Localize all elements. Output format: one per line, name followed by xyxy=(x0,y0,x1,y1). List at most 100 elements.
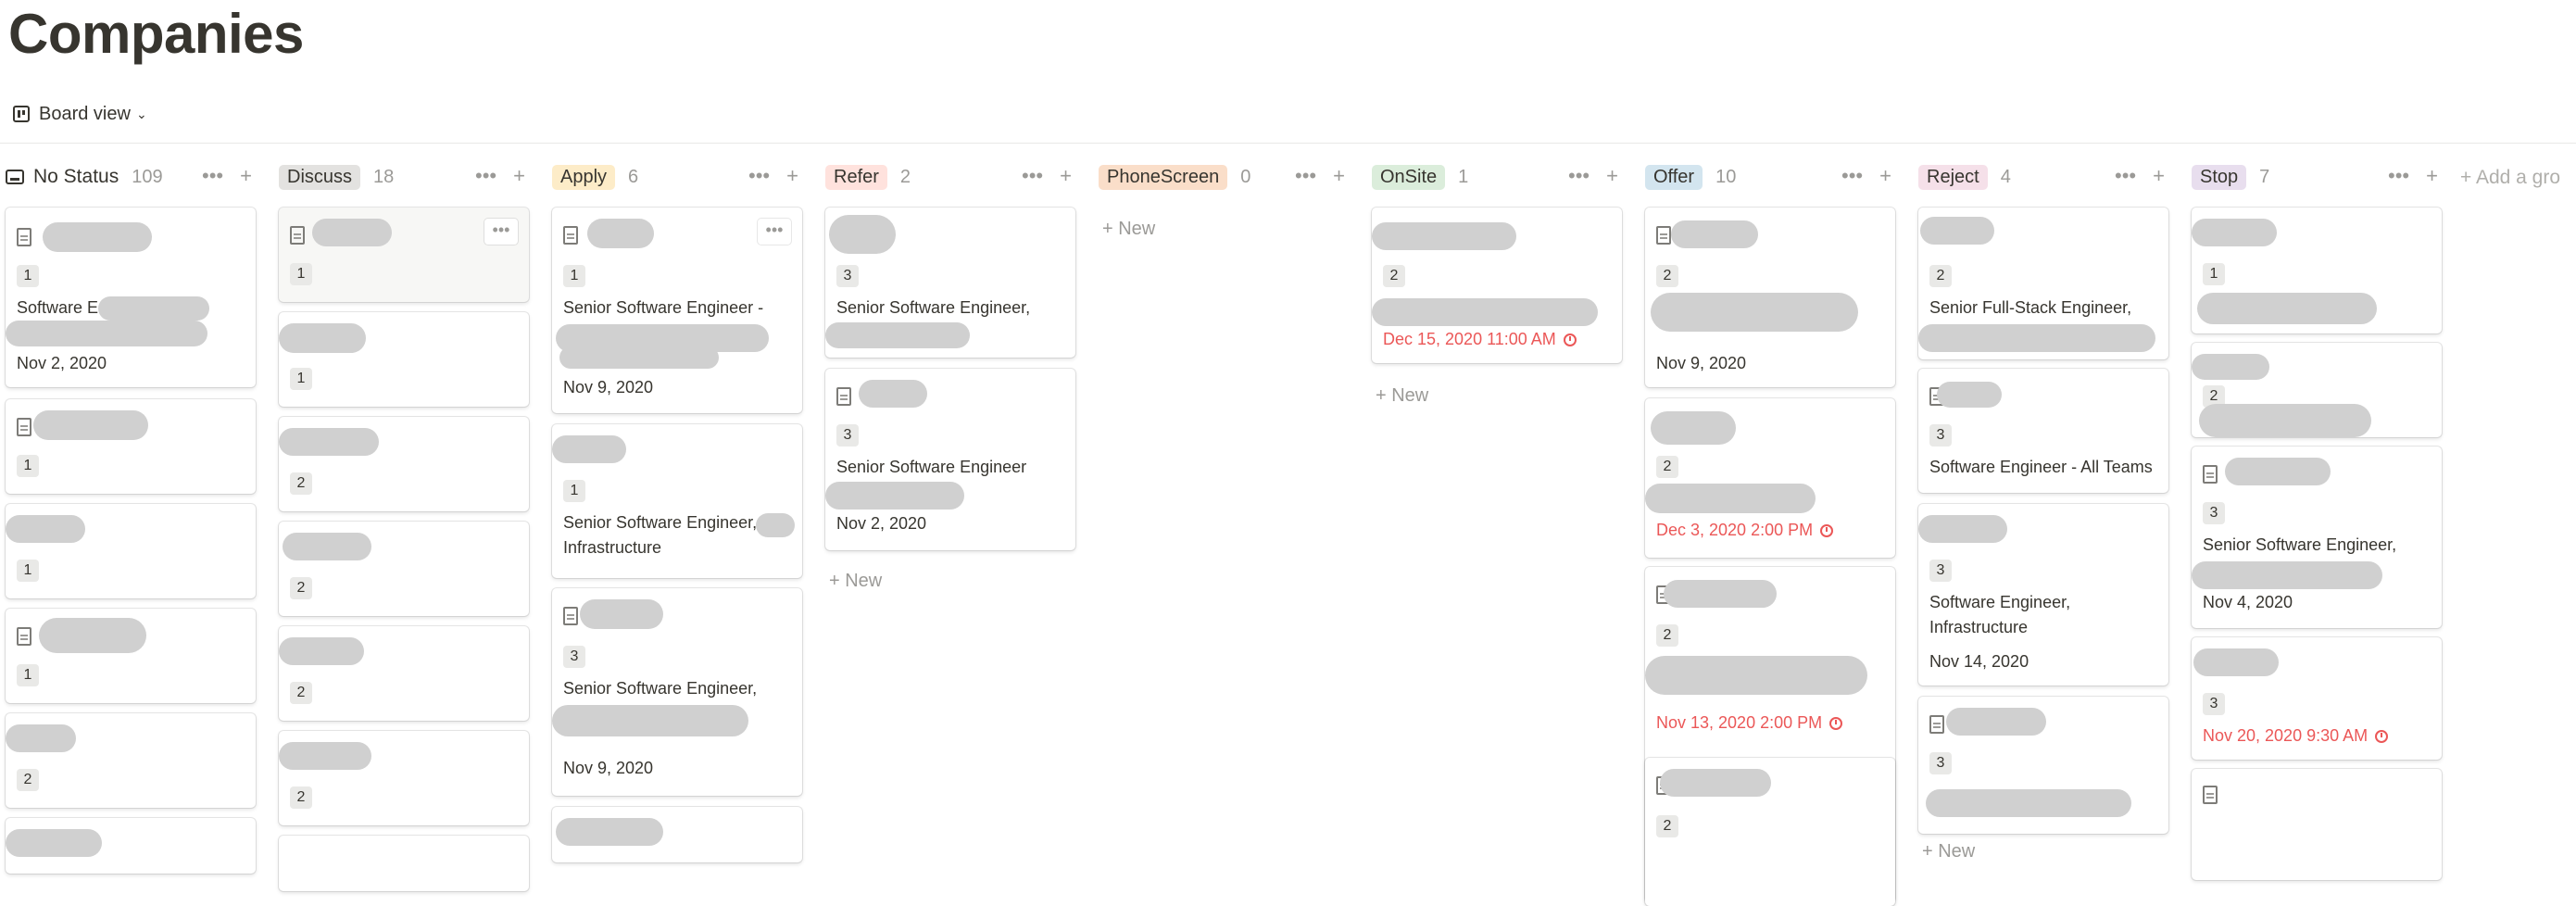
redacted-text xyxy=(825,482,964,510)
card[interactable]: 2 Dec 15, 2020 11:00 AM xyxy=(1372,208,1622,363)
card[interactable]: 2 xyxy=(6,713,256,808)
plus-icon[interactable]: + xyxy=(1060,165,1072,187)
redacted-text xyxy=(825,322,970,348)
card-number: 3 xyxy=(1929,424,1952,447)
card-number: 1 xyxy=(17,265,39,287)
card-more-icon[interactable]: ••• xyxy=(484,219,518,245)
column-header: PhoneScreen 0 ••• + xyxy=(1093,156,1349,198)
redacted-title xyxy=(1372,222,1516,250)
plus-icon[interactable]: + xyxy=(1333,165,1345,187)
board-view-selector[interactable]: Board view ⌄ xyxy=(13,98,147,130)
plus-icon[interactable]: + xyxy=(513,165,525,187)
add-group-button[interactable]: + Add a gro xyxy=(2460,167,2560,189)
card[interactable]: 1 Software Enginee Nov 2, 2020 xyxy=(6,208,256,387)
plus-icon[interactable]: + xyxy=(1879,165,1891,187)
card[interactable]: 2 xyxy=(2192,343,2442,437)
column-offer: Offer 10 ••• + 2 Nov 9, 2020 2 Dec 3, 202… xyxy=(1640,156,1895,906)
card[interactable]: 1 xyxy=(2192,208,2442,333)
redacted-title xyxy=(43,222,152,252)
card-number: 3 xyxy=(836,265,859,287)
card-number: 2 xyxy=(1383,265,1405,287)
redacted-title xyxy=(552,435,626,463)
card-number: 3 xyxy=(2203,502,2225,524)
redacted-title xyxy=(33,410,148,440)
card[interactable]: 1 xyxy=(6,504,256,598)
card[interactable]: 3 Senior Software Engineer, Nov 9, 2020 xyxy=(552,588,802,796)
card-reminder: Dec 15, 2020 11:00 AM xyxy=(1383,330,1577,349)
card-number: 3 xyxy=(1929,560,1952,582)
more-icon[interactable]: ••• xyxy=(1841,165,1863,187)
add-card-button[interactable]: + New xyxy=(1102,219,1155,240)
card[interactable]: 1 xyxy=(279,312,529,407)
document-icon xyxy=(17,228,31,246)
card-more-icon[interactable]: ••• xyxy=(758,219,791,245)
card[interactable]: 2 Dec 3, 2020 2:00 PM xyxy=(1645,398,1895,558)
card[interactable]: 2 xyxy=(279,731,529,825)
more-icon[interactable]: ••• xyxy=(1022,165,1043,187)
card-role: Senior Software Engineer, xyxy=(2203,535,2397,554)
card[interactable]: 2 xyxy=(279,626,529,721)
redacted-title xyxy=(2193,648,2279,676)
column-header: OnSite 1 ••• + xyxy=(1366,156,1622,198)
card-role: Senior Software Engineer, xyxy=(836,298,1031,317)
board-view-icon xyxy=(13,106,30,122)
more-icon[interactable]: ••• xyxy=(202,165,223,187)
card[interactable]: 2 xyxy=(279,522,529,616)
card[interactable]: 3 Software Engineer, Infrastructure Nov … xyxy=(1918,504,2168,686)
card[interactable] xyxy=(6,818,256,874)
card[interactable] xyxy=(279,836,529,891)
card[interactable]: 2 Senior Full-Stack Engineer, xyxy=(1918,208,2168,359)
redacted-title xyxy=(1660,769,1771,797)
more-icon[interactable]: ••• xyxy=(1568,165,1590,187)
more-icon[interactable]: ••• xyxy=(1295,165,1316,187)
card-role: Senior Software Engineer xyxy=(836,458,1027,476)
card[interactable]: 3 xyxy=(1918,697,2168,834)
card[interactable]: 3 Senior Software Engineer Nov 2, 2020 xyxy=(825,369,1075,550)
card[interactable]: 1 Senior Software Engineer, Infrastructu… xyxy=(552,424,802,578)
redacted-text xyxy=(6,321,207,346)
chevron-down-icon: ⌄ xyxy=(135,106,147,121)
card[interactable]: ••• 1 Senior Software Engineer - Nov 9, … xyxy=(552,208,802,413)
more-icon[interactable]: ••• xyxy=(748,165,770,187)
card-number: 2 xyxy=(1656,456,1678,478)
plus-icon[interactable]: + xyxy=(2153,165,2165,187)
card-number: 2 xyxy=(290,472,312,495)
more-icon[interactable]: ••• xyxy=(2388,165,2409,187)
card[interactable]: 1 xyxy=(6,609,256,703)
card-number: 3 xyxy=(1929,752,1952,774)
column-count: 7 xyxy=(2259,166,2270,187)
redacted-title xyxy=(859,380,927,408)
more-icon[interactable]: ••• xyxy=(2115,165,2136,187)
plus-icon[interactable]: + xyxy=(240,165,252,187)
redacted-text xyxy=(2192,561,2382,589)
card[interactable]: 2 xyxy=(1645,758,1895,906)
plus-icon[interactable]: + xyxy=(786,165,798,187)
add-card-button[interactable]: + New xyxy=(829,571,882,592)
redacted-title xyxy=(279,323,366,353)
card[interactable]: ••• 1 xyxy=(279,208,529,302)
card[interactable]: 3 Senior Software Engineer, xyxy=(825,208,1075,358)
document-icon xyxy=(1929,715,1944,734)
column-apply: Apply 6 ••• + ••• 1 Senior Software Engin… xyxy=(547,156,802,862)
card[interactable]: 1 xyxy=(6,399,256,494)
card[interactable] xyxy=(552,807,802,862)
redacted-title xyxy=(2192,219,2277,246)
plus-icon[interactable]: + xyxy=(2426,165,2438,187)
column-count: 109 xyxy=(132,166,163,187)
card[interactable]: 3 Nov 20, 2020 9:30 AM xyxy=(2192,637,2442,760)
redacted-title xyxy=(279,637,364,665)
add-card-button[interactable]: + New xyxy=(1376,385,1428,407)
card[interactable] xyxy=(2192,769,2442,880)
add-card-button[interactable]: + New xyxy=(1922,841,1975,862)
card[interactable]: 3 Software Engineer - All Teams xyxy=(1918,369,2168,493)
redacted-title xyxy=(39,618,146,653)
redacted-title xyxy=(829,215,896,254)
redacted-title xyxy=(279,428,379,456)
card[interactable]: 2 Nov 9, 2020 xyxy=(1645,208,1895,387)
card[interactable]: 2 xyxy=(279,417,529,511)
card-number: 1 xyxy=(290,263,312,285)
plus-icon[interactable]: + xyxy=(1606,165,1618,187)
more-icon[interactable]: ••• xyxy=(475,165,496,187)
card[interactable]: 3 Senior Software Engineer, Nov 4, 2020 xyxy=(2192,447,2442,628)
redacted-title xyxy=(1918,515,2007,543)
